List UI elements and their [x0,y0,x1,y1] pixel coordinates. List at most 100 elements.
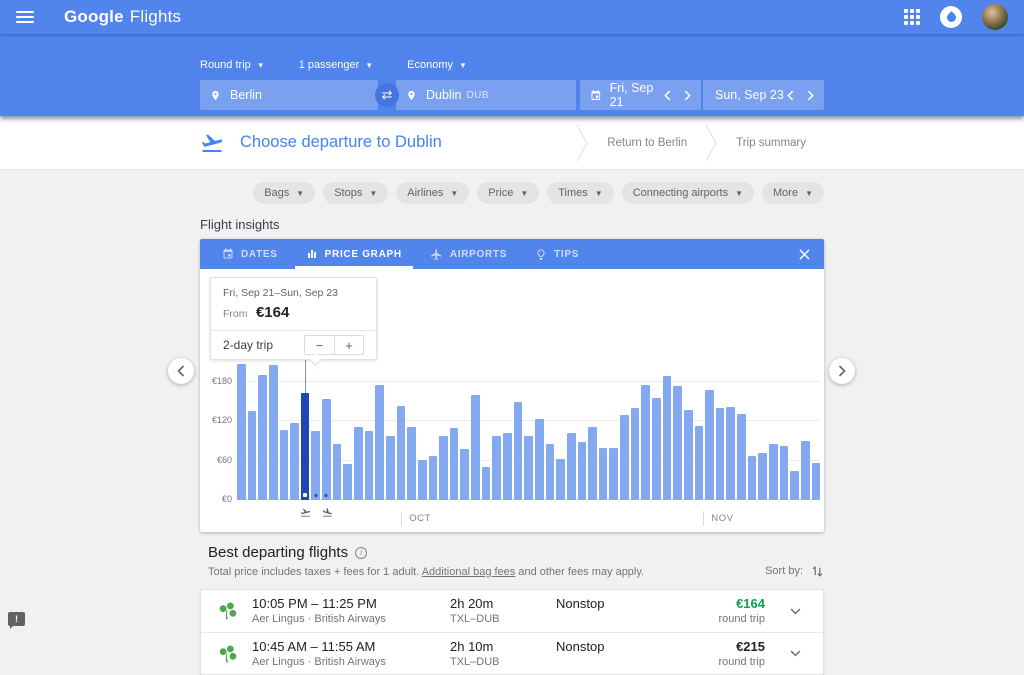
price-bar-32[interactable] [578,442,587,500]
depart-date-field[interactable]: Fri, Sep 21 [580,80,703,110]
price-bar-2[interactable] [258,375,267,500]
price-bar-21[interactable] [460,449,469,500]
price-bar-16[interactable] [407,427,416,500]
flight-row[interactable]: 10:45 AM – 11:55 AM Aer Lingus · British… [201,632,823,674]
price-bar-10[interactable] [343,464,352,500]
price-bar-34[interactable] [599,448,608,500]
trip-type-dropdown[interactable]: Round trip▼ [200,59,265,71]
price-bar-26[interactable] [514,402,523,500]
price-bar-11[interactable] [354,427,363,500]
price-bar-33[interactable] [588,427,597,500]
avatar[interactable] [982,4,1008,30]
close-icon[interactable] [799,239,810,269]
filter-chip-airlines[interactable]: Airlines▼ [396,182,469,204]
price-bar-0[interactable] [237,364,246,500]
tab-airports[interactable]: AIRPORTS [416,239,521,269]
price-bar-25[interactable] [503,433,512,500]
price-bar-48[interactable] [748,456,757,500]
price-bar-35[interactable] [609,448,618,500]
price-bar-20[interactable] [450,428,459,500]
price-bar-40[interactable] [663,376,672,500]
return-date-next-icon[interactable] [807,90,814,101]
graph-prev-button[interactable] [168,358,194,384]
bag-fees-link[interactable]: Additional bag fees [422,566,516,578]
price-bar-selected[interactable] [301,393,310,500]
price-bar-46[interactable] [726,407,735,500]
google-apps-icon[interactable] [904,9,920,25]
price-bar-24[interactable] [492,436,501,500]
price-bar-29[interactable] [546,444,555,500]
price-bar-12[interactable] [365,431,374,500]
price-bar-52[interactable] [790,471,799,500]
price-bar-3[interactable] [269,365,278,500]
price-bar-41[interactable] [673,386,682,500]
depart-date-prev-icon[interactable] [664,90,671,101]
sort-control[interactable]: Sort by: [765,564,824,578]
tab-price-graph[interactable]: PRICE GRAPH [292,239,416,269]
menu-icon[interactable] [16,11,34,23]
price-bar-50[interactable] [769,444,778,500]
price-bar-27[interactable] [524,436,533,500]
price-bar-28[interactable] [535,419,544,500]
price-bar-8[interactable] [322,399,331,500]
flights-title: Best departing flights [208,544,348,561]
info-icon[interactable]: i [355,547,367,559]
price-bar-53[interactable] [801,441,810,500]
flight-row[interactable]: 10:05 PM – 11:25 PM Aer Lingus · British… [201,590,823,632]
price-bar-42[interactable] [684,410,693,500]
expand-flight-icon[interactable] [783,608,807,615]
price-bar-14[interactable] [386,436,395,500]
tab-tips[interactable]: TIPS [521,239,593,269]
price-bar-49[interactable] [758,453,767,500]
filter-chip-more[interactable]: More▼ [762,182,824,204]
expand-flight-icon[interactable] [783,650,807,657]
graph-next-button[interactable] [829,358,855,384]
price-bar-44[interactable] [705,390,714,500]
destination-field[interactable]: Dublin DUB [396,80,576,110]
price-bar-54[interactable] [812,463,821,500]
filter-chip-price[interactable]: Price▼ [477,182,539,204]
trip-length-increase-button[interactable]: + [334,336,363,354]
price-bar-31[interactable] [567,433,576,500]
price-bar-7[interactable] [311,431,320,500]
price-bar-22[interactable] [471,395,480,500]
chevron-down-icon: ▼ [369,189,377,198]
cabin-class-dropdown[interactable]: Economy▼ [407,59,467,71]
price-bar-5[interactable] [290,423,299,500]
price-bar-18[interactable] [429,456,438,500]
return-date-field[interactable]: Sun, Sep 23 [703,80,824,110]
trip-length-decrease-button[interactable]: − [305,336,334,354]
origin-field[interactable]: Berlin [200,80,378,110]
swap-airports-button[interactable]: ⇄ [375,83,399,107]
price-bar-4[interactable] [280,430,289,500]
step-return-to-berlin[interactable]: Return to Berlin [607,137,687,149]
price-bar-51[interactable] [780,446,789,500]
filter-chip-stops[interactable]: Stops▼ [323,182,388,204]
price-bar-36[interactable] [620,415,629,500]
filter-chip-connecting-airports[interactable]: Connecting airports▼ [622,182,754,204]
app-logo[interactable]: Google Flights [64,7,181,27]
tab-dates[interactable]: DATES [208,239,292,269]
price-bar-30[interactable] [556,459,565,500]
filter-chip-bags[interactable]: Bags▼ [253,182,315,204]
price-bar-23[interactable] [482,467,491,500]
price-bar-47[interactable] [737,414,746,500]
depart-date-next-icon[interactable] [684,90,691,101]
filter-chip-times[interactable]: Times▼ [547,182,613,204]
step-trip-summary[interactable]: Trip summary [736,137,806,149]
price-bar-17[interactable] [418,460,427,500]
price-bar-38[interactable] [641,385,650,500]
price-bar-45[interactable] [716,408,725,500]
price-bar-15[interactable] [397,406,406,500]
passengers-dropdown[interactable]: 1 passenger▼ [299,59,373,71]
feedback-button[interactable]: ! [8,612,25,626]
price-bar-1[interactable] [248,411,257,500]
price-bar-37[interactable] [631,408,640,500]
assistant-icon[interactable] [940,6,962,28]
price-bar-19[interactable] [439,436,448,500]
return-date-prev-icon[interactable] [787,90,794,101]
price-bar-13[interactable] [375,385,384,500]
price-bar-9[interactable] [333,444,342,500]
price-bar-43[interactable] [695,426,704,500]
price-bar-39[interactable] [652,398,661,500]
